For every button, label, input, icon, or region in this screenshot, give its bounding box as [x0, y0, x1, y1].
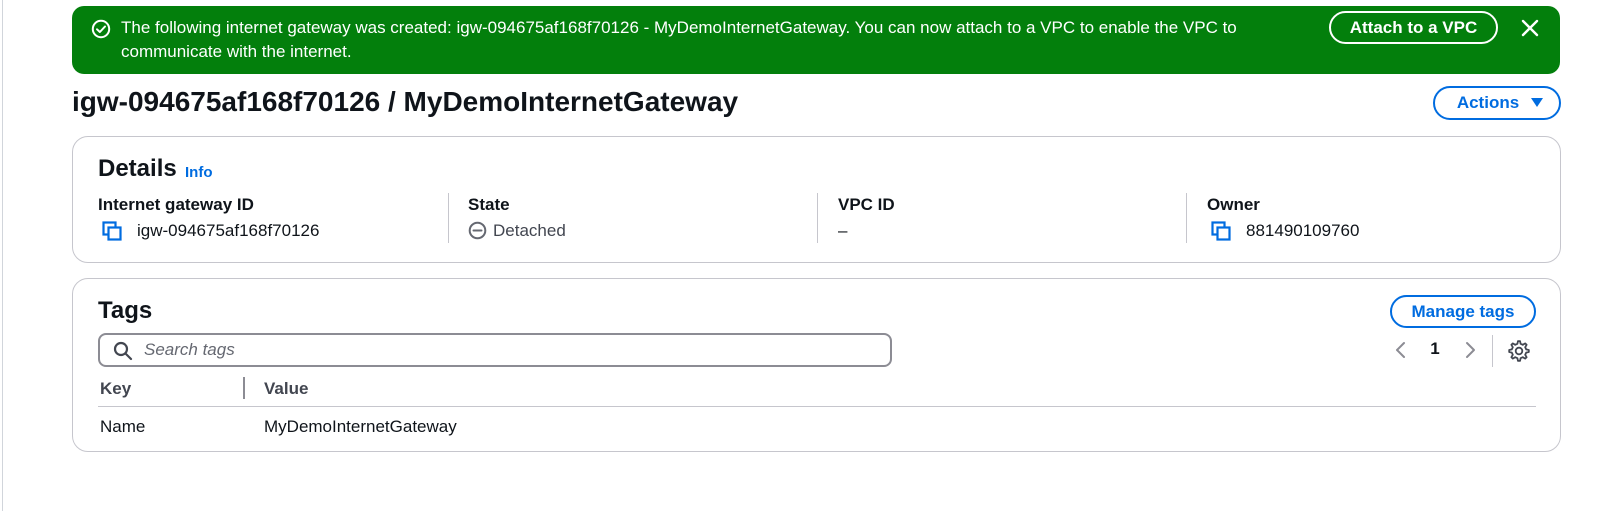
field-value: –: [838, 221, 848, 240]
pager-divider: [1492, 335, 1493, 367]
copy-icon[interactable]: [102, 221, 122, 241]
field-vpc-id: VPC ID –: [838, 195, 1168, 243]
details-info-link[interactable]: Info: [185, 164, 213, 181]
dismiss-flash-button[interactable]: [1516, 14, 1544, 42]
column-divider: [817, 193, 818, 243]
column-divider: [448, 193, 449, 243]
field-label: State: [468, 195, 510, 214]
field-label: Owner: [1207, 195, 1260, 214]
current-page-number[interactable]: 1: [1425, 339, 1445, 359]
status-stopped-icon: [468, 221, 487, 240]
tags-container: Tags Manage tags 1 Key Value Name MyDemo…: [72, 278, 1561, 452]
field-value: 881490109760: [1246, 221, 1360, 240]
page-title: igw-094675af168f70126 / MyDemoInternetGa…: [72, 86, 739, 117]
previous-page-button[interactable]: [1391, 339, 1411, 361]
field-internet-gateway-id: Internet gateway ID igw-094675af168f7012…: [98, 195, 438, 243]
side-navigation-edge: [2, 0, 3, 511]
chevron-right-icon: [1466, 342, 1475, 358]
field-label: Internet gateway ID: [98, 195, 254, 214]
column-resizer[interactable]: [243, 377, 245, 399]
table-row-key-cell: Name: [100, 417, 146, 436]
search-tags-input[interactable]: [144, 337, 874, 363]
table-row-value-cell: MyDemoInternetGateway: [264, 417, 457, 436]
field-value: igw-094675af168f70126: [137, 221, 320, 240]
attach-to-vpc-button[interactable]: Attach to a VPC: [1329, 11, 1498, 44]
details-heading: Details: [98, 155, 177, 182]
gear-icon: [1508, 340, 1530, 362]
flash-message: The following internet gateway was creat…: [121, 18, 1237, 61]
search-icon: [113, 341, 133, 361]
close-icon: [1521, 19, 1539, 37]
column-header-key[interactable]: Key: [100, 379, 131, 399]
tags-heading: Tags: [98, 297, 153, 324]
success-flash-banner: The following internet gateway was creat…: [72, 6, 1560, 74]
actions-dropdown-button[interactable]: Actions: [1433, 86, 1561, 120]
chevron-left-icon: [1396, 342, 1405, 358]
actions-label: Actions: [1456, 93, 1520, 112]
check-circle-icon: [91, 19, 111, 39]
field-value: Detached: [493, 221, 566, 240]
field-label: VPC ID: [838, 195, 895, 214]
table-preferences-button[interactable]: [1507, 339, 1531, 363]
caret-down-icon: [1531, 98, 1544, 107]
details-container: Details Info Internet gateway ID igw-094…: [72, 136, 1561, 263]
table-header-divider: [98, 406, 1536, 407]
copy-icon[interactable]: [1211, 221, 1231, 241]
field-owner: Owner 881490109760: [1207, 195, 1537, 243]
column-divider: [1186, 193, 1187, 243]
manage-tags-button[interactable]: Manage tags: [1390, 295, 1536, 328]
field-state: State Detached: [468, 195, 798, 243]
search-tags-field[interactable]: [98, 333, 892, 367]
next-page-button[interactable]: [1460, 339, 1480, 361]
column-header-value[interactable]: Value: [264, 379, 308, 399]
